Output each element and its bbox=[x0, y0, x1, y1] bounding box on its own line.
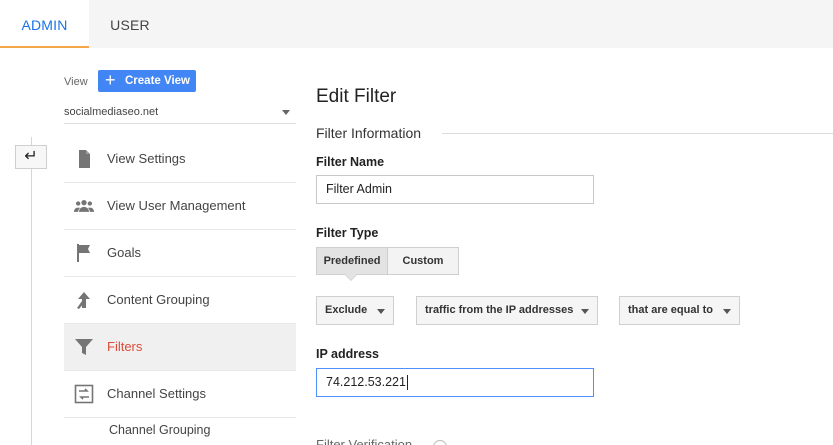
chevron-down-icon bbox=[282, 110, 290, 115]
chevron-down-icon bbox=[377, 309, 385, 314]
arrow-left-return-icon: ↵ bbox=[24, 148, 38, 165]
tab-user[interactable]: USER bbox=[89, 0, 171, 48]
nav-item-view-user-management[interactable]: View User Management bbox=[64, 183, 296, 230]
section-divider bbox=[442, 133, 833, 134]
filter-type-custom-button[interactable]: Custom bbox=[387, 247, 459, 275]
top-tab-bar: ADMIN USER bbox=[0, 0, 833, 48]
document-icon bbox=[79, 150, 90, 168]
view-nav: View Settings View User Management Goals… bbox=[64, 136, 296, 442]
text-cursor bbox=[406, 375, 408, 391]
dropdown-value: Exclude bbox=[325, 304, 368, 316]
nav-item-channel-settings[interactable]: Channel Settings bbox=[64, 371, 296, 418]
tab-admin[interactable]: ADMIN bbox=[0, 0, 89, 48]
chevron-down-icon bbox=[581, 309, 589, 314]
view-selector[interactable]: socialmediaseo.net bbox=[64, 101, 296, 124]
help-icon[interactable] bbox=[433, 440, 447, 445]
channel-settings-icon bbox=[74, 384, 94, 404]
back-button[interactable]: ↵ bbox=[15, 145, 47, 169]
filter-name-input[interactable]: Filter Admin bbox=[316, 175, 594, 204]
nav-item-goals[interactable]: Goals bbox=[64, 230, 296, 277]
flag-icon bbox=[77, 244, 90, 262]
ip-address-label: IP address bbox=[316, 347, 380, 361]
chevron-down-icon bbox=[723, 309, 731, 314]
content-grouping-icon bbox=[77, 292, 90, 309]
source-dropdown[interactable]: traffic from the IP addresses bbox=[416, 296, 598, 325]
filter-icon bbox=[75, 339, 93, 355]
nav-item-label: Filters bbox=[107, 339, 143, 354]
exclude-include-dropdown[interactable]: Exclude bbox=[316, 296, 394, 325]
ip-address-input[interactable]: 74.212.53.221 bbox=[316, 368, 594, 397]
nav-subitem-channel-grouping[interactable]: Channel Grouping bbox=[64, 418, 296, 442]
create-view-button[interactable]: + Create View bbox=[98, 70, 196, 92]
plus-icon: + bbox=[105, 70, 116, 90]
ip-address-value: 74.212.53.221 bbox=[326, 375, 406, 389]
expression-dropdown[interactable]: that are equal to bbox=[619, 296, 740, 325]
dropdown-value: traffic from the IP addresses bbox=[425, 304, 574, 316]
nav-item-content-grouping[interactable]: Content Grouping bbox=[64, 277, 296, 324]
create-view-label: Create View bbox=[125, 75, 190, 87]
nav-item-view-settings[interactable]: View Settings bbox=[64, 136, 296, 183]
view-label: View bbox=[64, 76, 88, 88]
people-icon bbox=[74, 200, 94, 212]
nav-item-label: View User Management bbox=[107, 198, 246, 213]
rail-divider bbox=[31, 137, 32, 445]
nav-item-filters[interactable]: Filters bbox=[64, 324, 296, 371]
nav-item-label: Content Grouping bbox=[107, 292, 210, 307]
filter-verification-heading: Filter Verification bbox=[316, 437, 413, 445]
nav-item-label: View Settings bbox=[107, 151, 186, 166]
selected-pointer-fill bbox=[345, 274, 357, 280]
nav-item-label: Channel Settings bbox=[107, 386, 207, 401]
filter-type-predefined-button[interactable]: Predefined bbox=[316, 247, 388, 275]
nav-item-label: Goals bbox=[107, 245, 141, 260]
section-title: Filter Information bbox=[316, 125, 422, 141]
filter-name-label: Filter Name bbox=[316, 155, 385, 169]
filter-type-label: Filter Type bbox=[316, 226, 379, 240]
dropdown-value: that are equal to bbox=[628, 304, 713, 316]
page-title: Edit Filter bbox=[316, 86, 397, 107]
view-selector-value: socialmediaseo.net bbox=[64, 106, 159, 118]
